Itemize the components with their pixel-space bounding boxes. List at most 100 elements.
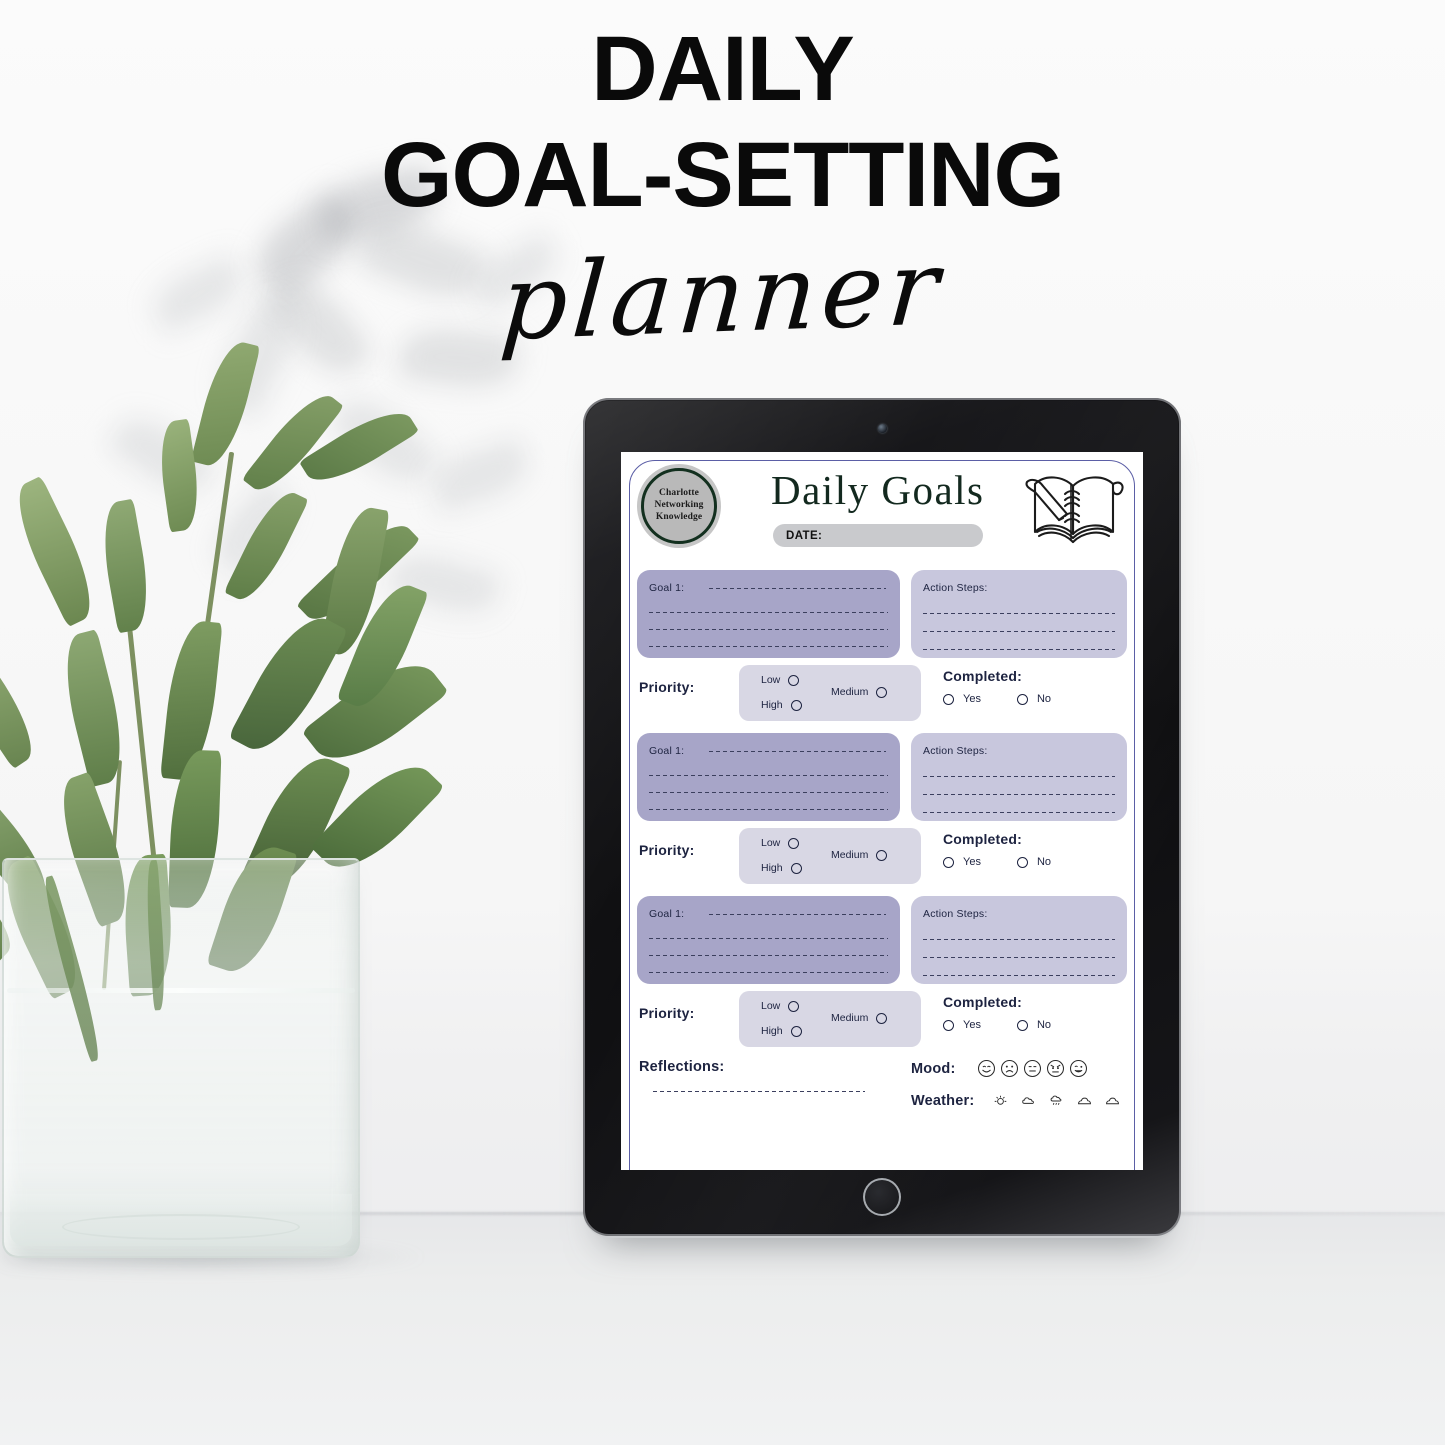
submerged-stem — [37, 875, 106, 1063]
cloud-icon[interactable] — [1020, 1092, 1037, 1109]
priority-option-low[interactable]: Low — [761, 837, 800, 849]
radio-icon[interactable] — [876, 1012, 888, 1024]
mood-label: Mood: — [911, 1060, 956, 1077]
happy-face-icon[interactable] — [977, 1059, 996, 1078]
completed-option-yes[interactable]: Yes — [943, 693, 981, 705]
leaf-shadow-decor — [424, 435, 536, 515]
angry-face-icon[interactable] — [1046, 1059, 1065, 1078]
goal-input-box[interactable]: Goal 1: — [637, 570, 900, 658]
completed-options: Yes No — [943, 693, 1125, 705]
priority-option-medium-label: Medium — [831, 686, 869, 698]
completed-option-no[interactable]: No — [1016, 693, 1052, 705]
worksheet-header: Charlotte Networking Knowledge Daily Goa… — [621, 452, 1143, 560]
reflections-column: Reflections: — [639, 1059, 897, 1109]
mood-row: Mood: — [911, 1059, 1125, 1078]
action-steps-box[interactable]: Action Steps: — [911, 896, 1127, 984]
goal-write-line — [649, 972, 888, 973]
camera-dot-icon — [878, 424, 887, 433]
radio-icon[interactable] — [788, 1000, 800, 1012]
neutral-face-icon[interactable] — [1023, 1059, 1042, 1078]
tablet-device[interactable]: Charlotte Networking Knowledge Daily Goa… — [583, 398, 1181, 1236]
radio-icon[interactable] — [788, 674, 800, 686]
radio-icon[interactable] — [1016, 856, 1028, 868]
priority-option-medium-label: Medium — [831, 1012, 869, 1024]
water-line — [7, 988, 355, 993]
action-steps-box[interactable]: Action Steps: — [911, 733, 1127, 821]
completed-option-no-label: No — [1036, 856, 1052, 868]
radio-icon[interactable] — [943, 1019, 954, 1031]
priority-option-medium[interactable]: Medium — [831, 849, 888, 861]
goal-input-box[interactable]: Goal 1: — [637, 896, 900, 984]
completed-option-no-label: No — [1036, 1019, 1052, 1031]
priority-completed-row: Priority: Low Medium High Completed: Yes… — [637, 828, 1127, 884]
radio-icon[interactable] — [876, 849, 888, 861]
sad-face-icon[interactable] — [1000, 1059, 1019, 1078]
radio-icon[interactable] — [790, 862, 802, 874]
open-notebook-pen-icon — [1025, 476, 1124, 544]
completed-label: Completed: — [943, 831, 1022, 847]
priority-option-high[interactable]: High — [761, 862, 802, 874]
mood-face-options — [977, 1059, 1088, 1078]
priority-option-medium-label: Medium — [831, 849, 869, 861]
action-write-line — [923, 939, 1115, 940]
radio-icon[interactable] — [790, 1025, 802, 1037]
completed-options: Yes No — [943, 1019, 1125, 1031]
completed-option-no-label: No — [1036, 693, 1052, 705]
completed-column: Completed: Yes No — [921, 991, 1125, 1031]
date-field[interactable]: DATE: — [773, 524, 983, 547]
completed-option-yes[interactable]: Yes — [943, 1019, 981, 1031]
action-write-line — [923, 957, 1115, 958]
completed-column: Completed: Yes No — [921, 828, 1125, 868]
completed-column: Completed: Yes No — [921, 665, 1125, 705]
priority-option-low[interactable]: Low — [761, 1000, 800, 1012]
rain-icon[interactable] — [1048, 1092, 1065, 1109]
radio-icon[interactable] — [1016, 693, 1028, 705]
goal-row: Goal 1: Action Steps: — [637, 733, 1127, 821]
plant-leaf — [3, 475, 106, 628]
brand-logo-line3: Knowledge — [655, 511, 703, 522]
goal-input-box[interactable]: Goal 1: — [637, 733, 900, 821]
priority-option-medium[interactable]: Medium — [831, 1012, 888, 1024]
radio-icon[interactable] — [943, 693, 954, 705]
radio-icon[interactable] — [943, 856, 954, 868]
completed-option-yes-label: Yes — [963, 856, 981, 868]
poster-script-word: planner — [497, 226, 948, 365]
action-write-line — [923, 631, 1115, 632]
poster-title-block: DAILY GOAL-SETTING planner — [0, 23, 1445, 364]
completed-options: Yes No — [943, 856, 1125, 868]
goal-row: Goal 1: Action Steps: — [637, 570, 1127, 658]
completed-option-yes[interactable]: Yes — [943, 856, 981, 868]
goal-label: Goal 1: — [649, 582, 685, 594]
worksheet-page: Charlotte Networking Knowledge Daily Goa… — [621, 452, 1143, 1170]
goal-write-line — [709, 751, 886, 752]
completed-option-no[interactable]: No — [1016, 856, 1052, 868]
goal-row: Goal 1: Action Steps: — [637, 896, 1127, 984]
cloudy-icon[interactable] — [1104, 1092, 1121, 1109]
priority-option-high[interactable]: High — [761, 699, 802, 711]
action-steps-label: Action Steps: — [923, 582, 988, 594]
radio-icon[interactable] — [790, 699, 802, 711]
goal-write-line — [649, 955, 888, 956]
sun-icon[interactable] — [992, 1092, 1009, 1109]
priority-option-medium[interactable]: Medium — [831, 686, 888, 698]
completed-option-yes-label: Yes — [963, 1019, 981, 1031]
completed-option-no[interactable]: No — [1016, 1019, 1052, 1031]
worksheet-title: Daily Goals — [771, 467, 985, 513]
priority-option-low[interactable]: Low — [761, 674, 800, 686]
silly-face-icon[interactable] — [1069, 1059, 1088, 1078]
brand-logo-line2: Networking — [654, 500, 704, 511]
radio-icon[interactable] — [788, 837, 800, 849]
action-steps-box[interactable]: Action Steps: — [911, 570, 1127, 658]
weather-icon-options — [992, 1092, 1121, 1109]
priority-label: Priority: — [639, 1005, 695, 1021]
plant-leaf — [223, 484, 309, 608]
radio-icon[interactable] — [876, 686, 888, 698]
home-button-icon[interactable] — [863, 1178, 901, 1216]
cloudy-icon[interactable] — [1076, 1092, 1093, 1109]
radio-icon[interactable] — [1016, 1019, 1028, 1031]
action-write-line — [923, 812, 1115, 813]
goal-write-line — [709, 588, 886, 589]
brand-logo-line1: Charlotte — [659, 488, 699, 499]
reflections-write-line — [653, 1091, 865, 1092]
priority-option-high[interactable]: High — [761, 1025, 802, 1037]
